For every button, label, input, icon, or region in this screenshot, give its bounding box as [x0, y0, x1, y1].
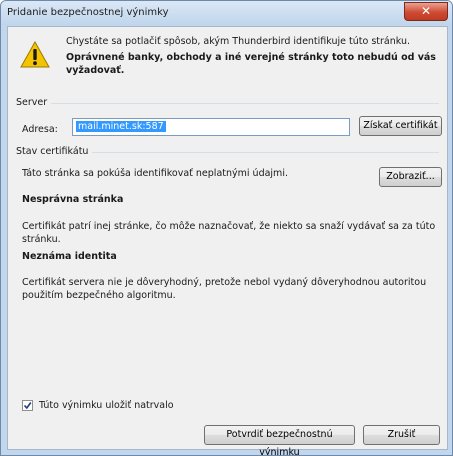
cancel-button[interactable]: Zrušiť [363, 425, 440, 445]
cert-status-group: Stav certifikátu [16, 146, 439, 157]
permanent-checkbox[interactable] [22, 400, 33, 411]
server-group-label: Server [16, 97, 52, 108]
address-label: Adresa: [22, 124, 58, 135]
get-certificate-button[interactable]: Získať certifikát [359, 116, 442, 136]
address-value: mail.minet.sk:587 [76, 121, 166, 132]
permanent-checkbox-label[interactable]: Túto výnimku uložiť natrvalo [39, 400, 174, 411]
dialog-window: Pridanie bezpečnostnej výnimky ✕ Chystát… [0, 0, 453, 456]
warning-detail: Oprávnené banky, obchody a iné verejné s… [66, 52, 436, 76]
server-group: Server [16, 97, 439, 108]
wrong-site-text: Certifikát patrí inej stránke, čo môže n… [22, 221, 436, 245]
unknown-identity-text: Certifikát servera nie je dôveryhodný, p… [22, 277, 427, 301]
cert-status-group-label: Stav certifikátu [16, 146, 93, 157]
window-title: Pridanie bezpečnostnej výnimky [7, 7, 169, 18]
address-input[interactable]: mail.minet.sk:587 [72, 118, 350, 136]
close-button[interactable]: ✕ [404, 2, 448, 21]
warning-message: Chystáte sa potlačiť spôsob, akým Thunde… [66, 36, 410, 47]
unknown-identity-heading: Neznáma identita [22, 251, 117, 262]
cert-status-text: Táto stránka sa pokúša identifikovať nep… [22, 168, 288, 179]
checkmark-icon [23, 402, 32, 410]
wrong-site-heading: Nesprávna stránka [22, 194, 124, 205]
close-icon: ✕ [420, 4, 432, 18]
title-bar[interactable]: Pridanie bezpečnostnej výnimky ✕ [1, 1, 452, 25]
warning-icon [20, 41, 50, 68]
confirm-exception-button[interactable]: Potvrdiť bezpečnostnú výnimku [204, 425, 355, 455]
dialog-body: Chystáte sa potlačiť spôsob, akým Thunde… [7, 26, 448, 455]
show-certificate-button[interactable]: Zobraziť... [379, 167, 442, 187]
